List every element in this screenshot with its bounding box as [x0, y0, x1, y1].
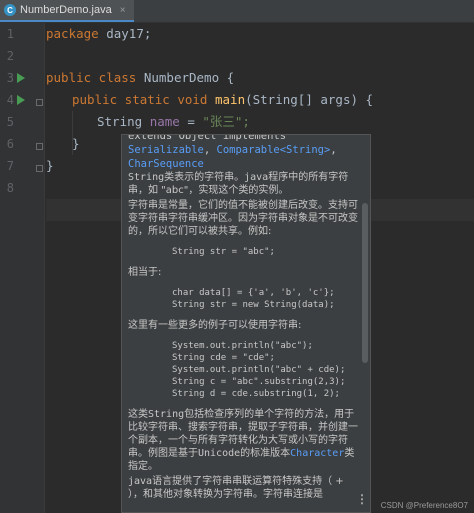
link-comparable[interactable]: Comparable<String>	[217, 144, 331, 156]
line-number: 5	[6, 115, 14, 129]
link-serializable[interactable]: Serializable	[128, 144, 204, 156]
code-line-5: String name = "张三";	[97, 111, 250, 133]
code-line-4: public static void main(String[] args) {	[72, 89, 373, 111]
type-name: String	[97, 114, 143, 129]
keyword: public static void	[72, 92, 208, 107]
code-line-3: public class NumberDemo {	[46, 67, 234, 89]
keyword: package	[46, 26, 99, 41]
more-options-icon[interactable]: ⋮	[356, 492, 368, 506]
code-term: java	[244, 172, 269, 183]
doc-paragraph: 相当于:	[128, 267, 162, 278]
code-term: String	[128, 172, 165, 183]
gutter-separator	[44, 23, 45, 513]
method-name: main	[215, 92, 246, 107]
doc-scrollbar[interactable]	[362, 203, 368, 363]
closing-brace: }	[46, 158, 54, 173]
close-icon[interactable]: ×	[120, 5, 126, 16]
run-main-icon[interactable]	[17, 95, 25, 105]
doc-text: 这类	[128, 409, 148, 420]
code-text: day17;	[98, 26, 152, 41]
code-term: java	[128, 476, 153, 487]
separator: ,	[203, 144, 217, 156]
fold-icon[interactable]	[36, 99, 43, 106]
doc-paragraph: 字符串是常量，它们的值不能被创建后改变。支持可变字符串字符串缓冲区。因为字符串对…	[128, 200, 358, 237]
doc-paragraph: String类表示的字符串。java程序中的所有字符串，如 "abc"，实现这个…	[128, 171, 358, 197]
code-text: NumberDemo {	[136, 70, 235, 85]
gutter: 1 2 3 4 5 6 7 8	[0, 23, 44, 513]
link-character[interactable]: Character	[290, 448, 344, 459]
doc-text: 的标准版本	[240, 448, 291, 459]
watermark: CSDN @Preference8O7	[380, 501, 468, 510]
doc-content: extends Object implements Serializable, …	[128, 134, 358, 503]
signature-line: extends Object implements	[128, 134, 287, 142]
doc-paragraph: java语言提供了字符串串联运算符特殊支持（ + ），和其他对象转换为字符串。字…	[128, 475, 358, 501]
doc-paragraph: 这里有一些更多的例子可以使用字符串:	[128, 320, 302, 331]
string-literal: "张三";	[202, 114, 250, 129]
doc-paragraph: 这类String包括检查序列的单个字符的方法，用于比较字符串、搜索字符串，提取子…	[128, 408, 358, 473]
code-line-7: }	[46, 155, 54, 177]
class-icon: C	[4, 4, 16, 16]
line-number: 7	[6, 159, 14, 173]
variable-name: name	[149, 114, 180, 129]
line-number: 1	[6, 27, 14, 41]
keyword: public class	[46, 70, 137, 85]
quick-documentation-popup[interactable]: extends Object implements Serializable, …	[121, 134, 371, 513]
link-charsequence[interactable]: CharSequence	[128, 157, 358, 171]
line-number: 2	[6, 49, 14, 63]
code-line-6: }	[72, 133, 80, 155]
run-class-icon[interactable]	[17, 73, 25, 83]
code-example: System.out.println("abc"); String cde = …	[172, 341, 346, 399]
editor-tab-bar: C NumberDemo.java ×	[0, 0, 474, 23]
closing-brace: }	[72, 136, 80, 151]
doc-text: 语言提供了字符串串联运算符特殊支持（ + ），和其他对象转换为字符串。字符串连接…	[128, 476, 344, 500]
code-example: char data[] = {'a', 'b', 'c'}; String st…	[172, 288, 335, 310]
fold-icon[interactable]	[36, 165, 43, 172]
line-number: 6	[6, 137, 14, 151]
line-number: 8	[6, 181, 14, 195]
code-example: String str = "abc";	[172, 247, 275, 257]
code-text: (String[] args) {	[245, 92, 374, 107]
doc-text: 类表示的字符串。	[164, 172, 245, 183]
tab-title: NumberDemo.java	[20, 4, 112, 16]
separator: ,	[330, 144, 337, 156]
class-signature: extends Object implements Serializable, …	[128, 134, 358, 171]
code-text: =	[179, 114, 203, 129]
line-number: 3	[6, 71, 14, 85]
code-term: Unicode	[198, 448, 241, 459]
code-line-1: package day17;	[46, 23, 151, 45]
line-number: 4	[6, 93, 14, 107]
fold-icon[interactable]	[36, 143, 43, 150]
tab-numberdemo[interactable]: C NumberDemo.java ×	[0, 0, 134, 22]
code-term: String	[148, 409, 185, 420]
